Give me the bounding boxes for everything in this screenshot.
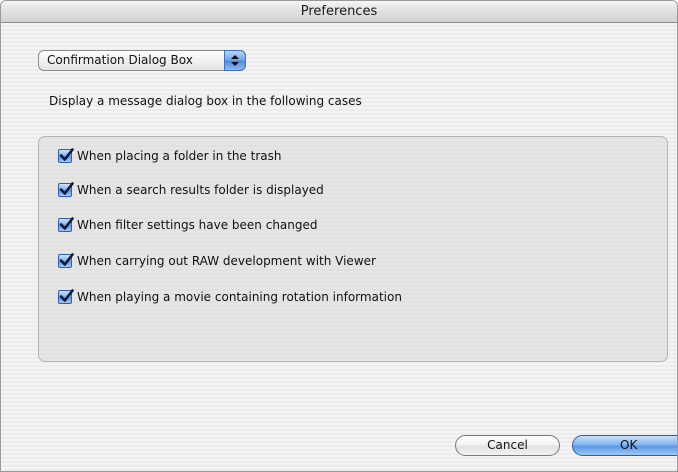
option-label: When a search results folder is displaye…: [77, 183, 324, 197]
checkbox-search-results[interactable]: [58, 182, 74, 197]
checkmark-icon: [59, 182, 74, 195]
cancel-button[interactable]: Cancel: [455, 435, 560, 456]
ok-button[interactable]: OK: [572, 435, 677, 456]
preferences-window: Preferences Confirmation Dialog Box Disp…: [0, 0, 678, 472]
category-popup-label: Confirmation Dialog Box: [47, 53, 193, 67]
option-label: When placing a folder in the trash: [77, 149, 282, 163]
confirmation-options-group: When placing a folder in the trash When …: [38, 136, 668, 362]
checkbox-filter-settings[interactable]: [58, 217, 74, 232]
option-label: When filter settings have been changed: [77, 218, 318, 232]
window-title: Preferences: [1, 1, 677, 23]
checkbox-folder-trash[interactable]: [58, 148, 74, 163]
option-label: When playing a movie containing rotation…: [77, 290, 402, 304]
checkmark-icon: [59, 289, 74, 302]
checkmark-icon: [59, 148, 74, 161]
section-description: Display a message dialog box in the foll…: [49, 94, 362, 108]
option-label: When carrying out RAW development with V…: [77, 254, 376, 268]
checkbox-movie-rotation[interactable]: [58, 289, 74, 304]
up-down-arrows-icon: [224, 50, 246, 71]
checkmark-icon: [59, 217, 74, 230]
category-popup-button[interactable]: Confirmation Dialog Box: [38, 50, 246, 71]
checkbox-raw-development[interactable]: [58, 253, 74, 268]
checkmark-icon: [59, 253, 74, 266]
